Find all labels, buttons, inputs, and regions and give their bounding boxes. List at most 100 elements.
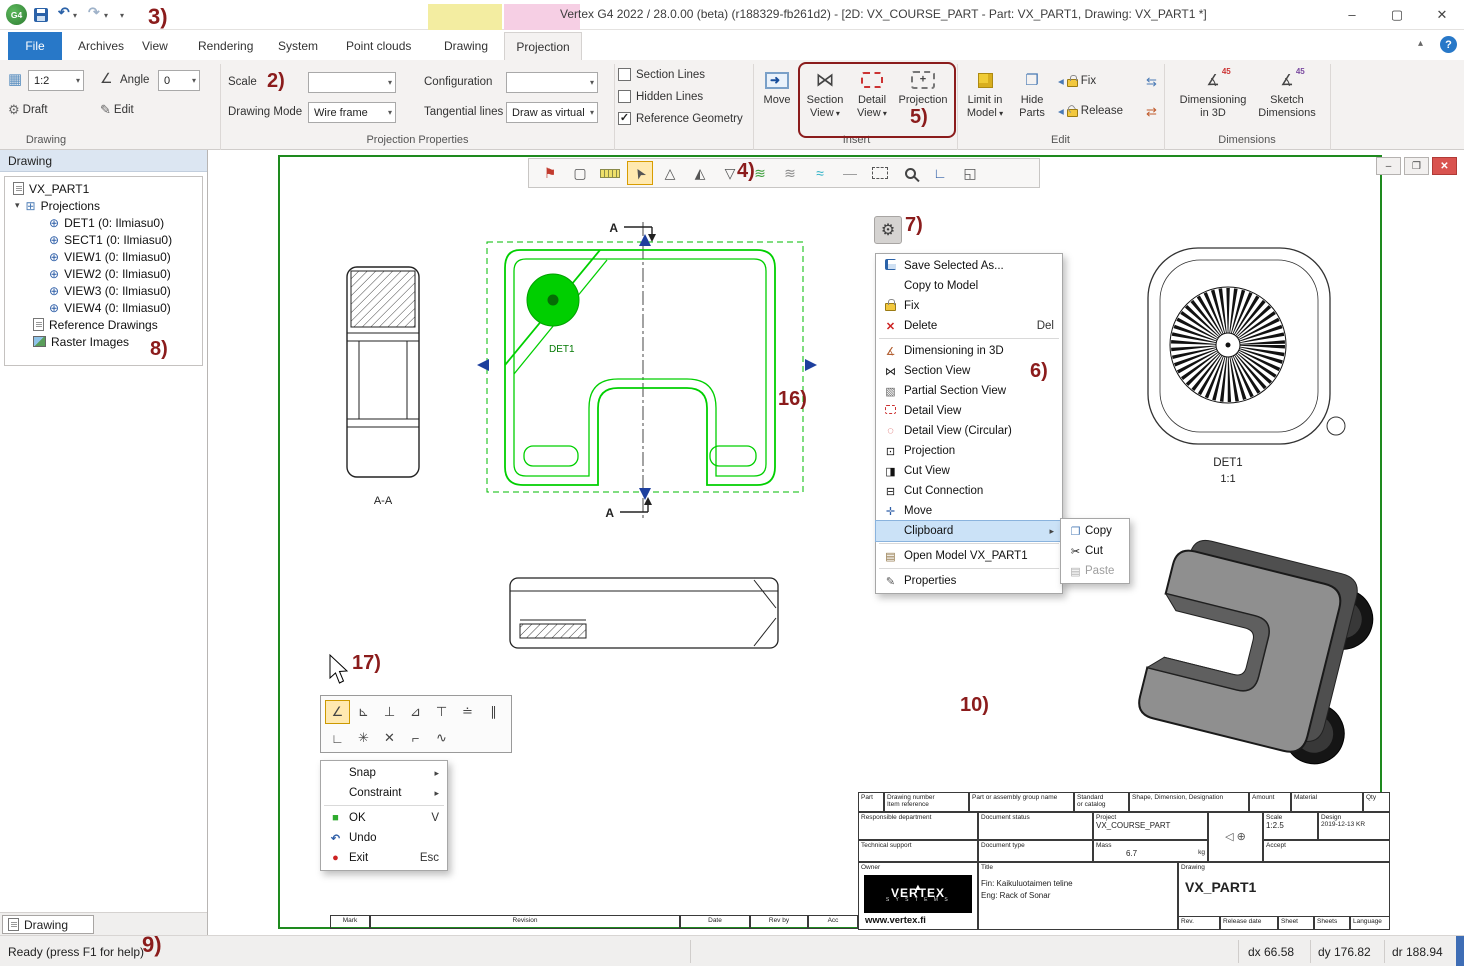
layers-gray-icon[interactable]: ≋ (777, 161, 803, 185)
tree-item-view4[interactable]: ⊕VIEW4 (0: Ilmiasu0) (49, 299, 171, 316)
triangle-tool-icon[interactable]: △ (657, 161, 683, 185)
tree-item-reference-drawings[interactable]: Reference Drawings (33, 316, 158, 333)
menu-item-undo[interactable]: ↶Undo (321, 828, 447, 848)
submenu-item-copy[interactable]: ❐Copy (1061, 521, 1129, 541)
menu-item-exit[interactable]: ●ExitEsc (321, 848, 447, 868)
tree-item-projections[interactable]: ▾⊞Projections (15, 197, 100, 214)
sketch-dimensions-button[interactable]: ∡45 Sketch Dimensions (1256, 64, 1318, 119)
menu-item-move[interactable]: ✛Move (876, 501, 1062, 521)
help-icon[interactable]: ? (1440, 36, 1457, 53)
window-maximize-button[interactable]: ▢ (1375, 0, 1419, 29)
constraint-parallel-icon[interactable]: ∥ (481, 700, 506, 724)
tab-system[interactable]: System (266, 32, 330, 60)
menu-item-constraint[interactable]: Constraint▸ (321, 783, 447, 803)
constraint-cross-icon[interactable]: ✕ (377, 726, 402, 750)
tree-item-sect1[interactable]: ⊕SECT1 (0: Ilmiasu0) (49, 231, 172, 248)
quick-scale-combo[interactable]: 1:2 (28, 70, 84, 91)
marquee-select-icon[interactable] (867, 161, 893, 185)
menu-item-clipboard[interactable]: Clipboard▸ (876, 521, 1062, 541)
window-close-button[interactable]: ✕ (1420, 0, 1464, 29)
draft-button[interactable]: ⚙Draft (8, 102, 48, 118)
menu-item-detail-view-circular[interactable]: ◌Detail View (Circular) (876, 421, 1062, 441)
menu-item-ok[interactable]: ■OKV (321, 808, 447, 828)
fix-button[interactable]: ◂ Fix (1058, 74, 1096, 88)
menu-item-detail-view[interactable]: Detail View (876, 401, 1062, 421)
undo-icon[interactable]: ↶ (58, 4, 70, 21)
menu-item-cut-view[interactable]: ◨Cut View (876, 461, 1062, 481)
triangle-shaded-icon[interactable]: ◭ (687, 161, 713, 185)
menu-item-snap[interactable]: Snap▸ (321, 763, 447, 783)
menu-item-delete[interactable]: ✕DeleteDel (876, 316, 1062, 336)
hidden-lines-checkbox[interactable] (618, 90, 631, 103)
constraint-wave-icon[interactable]: ∿ (429, 726, 454, 750)
zoom-icon[interactable] (897, 161, 923, 185)
move-button[interactable]: Move (756, 64, 798, 107)
select-box-icon[interactable]: ▢ (567, 161, 593, 185)
redo-caret-icon[interactable]: ▾ (104, 11, 108, 20)
swap-release-icon[interactable]: ⇄ (1146, 104, 1157, 120)
save-icon[interactable] (34, 8, 48, 22)
tab-point-clouds[interactable]: Point clouds (334, 32, 423, 60)
view-settings-gear-button[interactable]: ⚙ (874, 216, 902, 244)
drawing-mode-combo[interactable]: Wire frame (308, 102, 396, 123)
chevron-down-icon[interactable]: ▾ (15, 200, 20, 211)
constraint-equal-icon[interactable]: ≐ (455, 700, 480, 724)
constraint-triangle-icon[interactable]: ⊿ (403, 700, 428, 724)
submenu-item-cut[interactable]: ✂Cut (1061, 541, 1129, 561)
doc-minimize-button[interactable]: – (1376, 157, 1401, 175)
tab-archives[interactable]: Archives (66, 32, 136, 60)
undo-caret-icon[interactable]: ▾ (73, 11, 77, 20)
menu-item-partial-section-view[interactable]: ▧Partial Section View (876, 381, 1062, 401)
tangential-lines-combo[interactable]: Draw as virtual (506, 102, 598, 123)
cursor-tool-icon[interactable]: ➤ (627, 161, 653, 185)
menu-item-properties[interactable]: ✎Properties (876, 571, 1062, 591)
axes-icon[interactable]: ∟ (927, 161, 953, 185)
edit-button[interactable]: ✎Edit (100, 102, 134, 118)
constraint-right-angle-icon[interactable]: ∟ (325, 726, 350, 750)
tab-projection[interactable]: Projection (504, 32, 582, 60)
redo-icon[interactable]: ↷ (88, 4, 100, 21)
app-logo-icon[interactable]: G4 (6, 4, 27, 25)
section-lines-checkbox[interactable] (618, 68, 631, 81)
constraint-tangent-icon[interactable]: ⊤ (429, 700, 454, 724)
menu-item-copy-to-model[interactable]: Copy to Model (876, 276, 1062, 296)
tree-item-det1[interactable]: ⊕DET1 (0: Ilmiasu0) (49, 214, 164, 231)
menu-item-fix[interactable]: Fix (876, 296, 1062, 316)
tab-view[interactable]: View (130, 32, 180, 60)
collapse-ribbon-icon[interactable]: ▴ (1418, 38, 1423, 49)
ruler-icon[interactable] (597, 161, 623, 185)
drawing-workspace[interactable]: A-A A A (208, 150, 1464, 935)
swap-icon[interactable]: ⇆ (1146, 74, 1157, 90)
configuration-combo[interactable] (506, 72, 598, 93)
doc-close-button[interactable]: ✕ (1432, 157, 1457, 175)
fit-window-icon[interactable]: ◱ (957, 161, 983, 185)
tree-item-raster-images[interactable]: Raster Images (33, 333, 129, 350)
line-icon[interactable]: — (837, 161, 863, 185)
tree-item-view3[interactable]: ⊕VIEW3 (0: Ilmiasu0) (49, 282, 171, 299)
resize-grip[interactable] (1456, 936, 1464, 966)
scale-combo[interactable] (308, 72, 396, 93)
doc-restore-button[interactable]: ❐ (1404, 157, 1429, 175)
tree-item-view1[interactable]: ⊕VIEW1 (0: Ilmiasu0) (49, 248, 171, 265)
tab-drawing[interactable]: Drawing (430, 32, 502, 60)
hide-parts-button[interactable]: ❐ Hide Parts (1010, 64, 1054, 119)
layers-cyan-icon[interactable]: ≈ (807, 161, 833, 185)
tree-item-vx-part1[interactable]: VX_PART1 (13, 180, 89, 197)
qat-more-icon[interactable]: ▾ (120, 11, 124, 20)
tab-file[interactable]: File (8, 32, 62, 60)
constraint-perpendicular-icon[interactable]: ⊥ (377, 700, 402, 724)
constraint-angle-icon[interactable]: ∠ (325, 700, 350, 724)
reference-geometry-checkbox[interactable] (618, 112, 631, 125)
dimensioning-in-3d-button[interactable]: ∡45 Dimensioning in 3D (1178, 64, 1248, 119)
menu-item-save-selected-as[interactable]: Save Selected As... (876, 256, 1062, 276)
release-button[interactable]: ◂ Release (1058, 104, 1123, 118)
constraint-star-icon[interactable]: ✳ (351, 726, 376, 750)
tab-rendering[interactable]: Rendering (186, 32, 265, 60)
limit-in-model-button[interactable]: Limit in Model (962, 64, 1008, 120)
angle-combo[interactable]: 0 (158, 70, 200, 91)
menu-item-cut-connection[interactable]: ⊟Cut Connection (876, 481, 1062, 501)
pin-icon[interactable]: ⚑ (537, 161, 563, 185)
menu-item-dimensioning-in-3d[interactable]: ∡Dimensioning in 3D (876, 341, 1062, 361)
submenu-item-paste[interactable]: ▤Paste (1061, 561, 1129, 581)
tree-item-view2[interactable]: ⊕VIEW2 (0: Ilmiasu0) (49, 265, 171, 282)
